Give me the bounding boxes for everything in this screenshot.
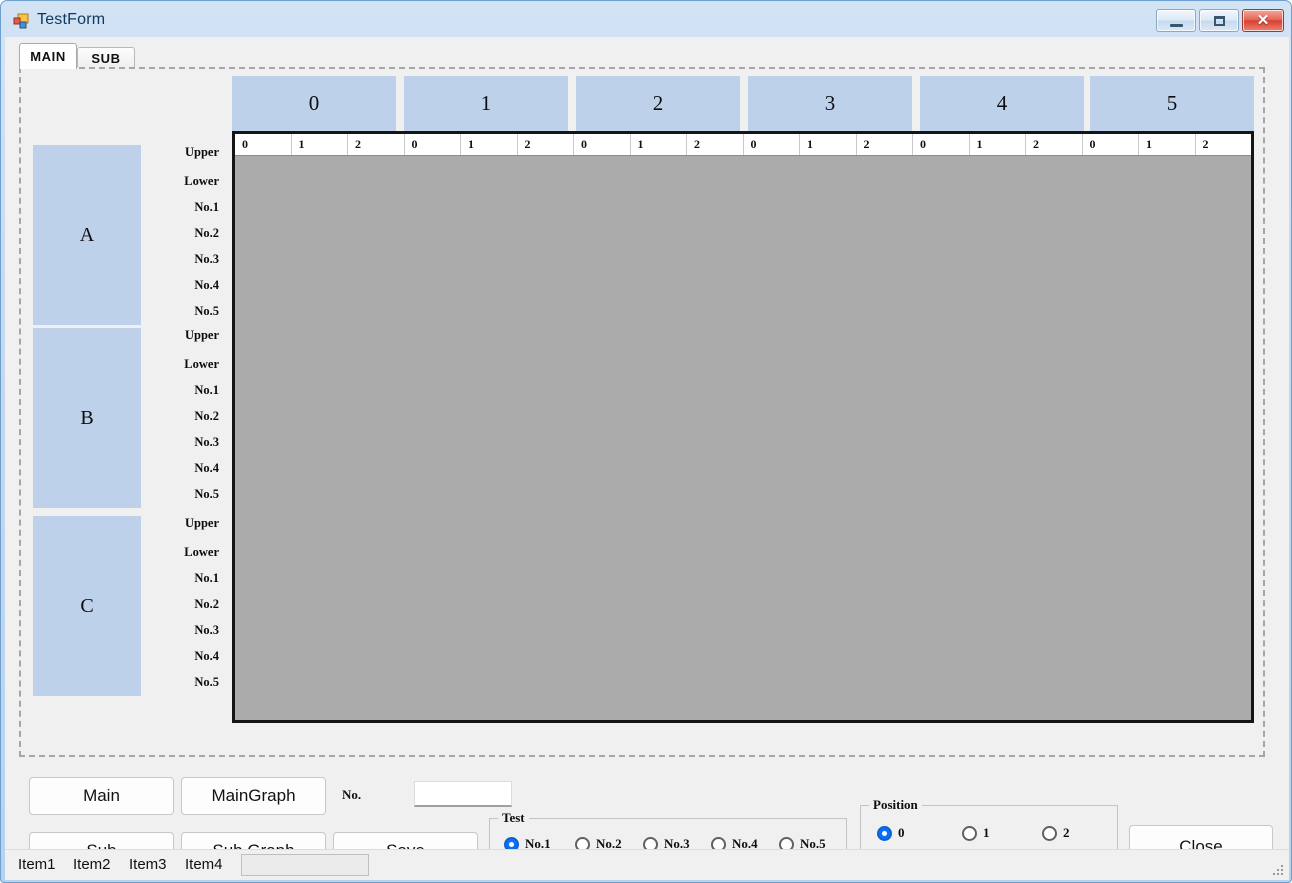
row-label-b-lower: Lower bbox=[184, 357, 219, 371]
row-label-c-no1: No.1 bbox=[194, 571, 219, 585]
row-group-b: B Upper Lower No.1 No.2 No.3 No.4 No.5 bbox=[33, 328, 223, 508]
no-label: No. bbox=[342, 787, 362, 802]
status-panel bbox=[241, 854, 369, 876]
column-header-4[interactable]: 4 bbox=[920, 76, 1084, 131]
column-header-row: 0 1 2 3 4 5 bbox=[232, 76, 1254, 131]
row-label-c-no3: No.3 bbox=[194, 623, 219, 637]
row-group-a-box[interactable]: A bbox=[33, 145, 141, 325]
subcolumn-2-1[interactable]: 1 bbox=[630, 134, 687, 155]
minimize-icon bbox=[1170, 24, 1183, 27]
column-header-1[interactable]: 1 bbox=[404, 76, 568, 131]
subcolumn-3-0[interactable]: 0 bbox=[743, 134, 800, 155]
radio-position-1[interactable]: 1 bbox=[962, 824, 990, 842]
maximize-icon bbox=[1214, 16, 1225, 26]
row-label-b-no3: No.3 bbox=[194, 435, 219, 449]
row-label-a-upper: Upper bbox=[184, 145, 219, 159]
main-content-panel: 0 1 2 3 4 5 0 1 2 0 1 2 0 1 2 0 1 2 0 1 … bbox=[19, 67, 1265, 757]
row-label-b-no2: No.2 bbox=[194, 409, 219, 423]
client-area: MAIN SUB 0 1 2 3 4 5 0 1 2 0 1 2 0 1 2 0… bbox=[5, 37, 1289, 880]
subcolumn-3-2[interactable]: 2 bbox=[856, 134, 913, 155]
status-item-3[interactable]: Item3 bbox=[129, 856, 167, 873]
row-group-a-labels: Upper Lower No.1 No.2 No.3 No.4 No.5 bbox=[141, 145, 223, 325]
row-group-c-box[interactable]: C bbox=[33, 516, 141, 696]
close-window-button[interactable]: ✕ bbox=[1242, 9, 1284, 32]
subcolumn-2-0[interactable]: 0 bbox=[574, 134, 631, 155]
row-label-a-no1: No.1 bbox=[194, 200, 219, 214]
status-item-4[interactable]: Item4 bbox=[185, 856, 223, 873]
radio-position-2[interactable]: 2 bbox=[1042, 824, 1070, 842]
column-header-2[interactable]: 2 bbox=[576, 76, 740, 131]
subcolumn-4-0[interactable]: 0 bbox=[913, 134, 970, 155]
subcolumn-1-1[interactable]: 1 bbox=[461, 134, 518, 155]
radio-position-0-label: 0 bbox=[898, 825, 905, 840]
radio-position-1-label: 1 bbox=[983, 825, 990, 840]
tab-strip: MAIN SUB bbox=[19, 43, 1275, 69]
radio-dot-icon bbox=[1042, 825, 1057, 841]
row-label-b-no1: No.1 bbox=[194, 383, 219, 397]
row-label-a-lower: Lower bbox=[184, 174, 219, 188]
subcolumn-1-2[interactable]: 2 bbox=[517, 134, 574, 155]
column-header-5[interactable]: 5 bbox=[1090, 76, 1254, 131]
row-label-b-upper: Upper bbox=[184, 328, 219, 342]
status-item-2[interactable]: Item2 bbox=[73, 856, 111, 873]
radio-dot-icon bbox=[877, 825, 892, 841]
subcolumn-0-2[interactable]: 2 bbox=[348, 134, 405, 155]
column-header-0[interactable]: 0 bbox=[232, 76, 396, 131]
main-button[interactable]: Main bbox=[29, 777, 174, 815]
row-group-a: A Upper Lower No.1 No.2 No.3 No.4 No.5 bbox=[33, 145, 223, 325]
data-grid[interactable]: 0 1 2 0 1 2 0 1 2 0 1 2 0 1 2 0 1 2 bbox=[232, 131, 1254, 723]
status-item-1[interactable]: Item1 bbox=[18, 856, 56, 873]
subcolumn-2-2[interactable]: 2 bbox=[687, 134, 744, 155]
subcolumn-0-1[interactable]: 1 bbox=[291, 134, 348, 155]
subcolumn-4-2[interactable]: 2 bbox=[1026, 134, 1083, 155]
application-window: TestForm ✕ MAIN SUB 0 1 2 3 4 5 0 1 2 0 … bbox=[0, 0, 1292, 883]
row-group-c-labels: Upper Lower No.1 No.2 No.3 No.4 No.5 bbox=[141, 516, 223, 696]
winforms-app-icon bbox=[13, 13, 30, 30]
radio-position-2-label: 2 bbox=[1063, 825, 1070, 840]
position-group-title: Position bbox=[869, 797, 922, 813]
row-label-b-no5: No.5 bbox=[194, 487, 219, 501]
radio-position-0[interactable]: 0 bbox=[877, 824, 905, 842]
row-group-b-box[interactable]: B bbox=[33, 328, 141, 508]
main-graph-button[interactable]: MainGraph bbox=[181, 777, 326, 815]
resize-grip[interactable] bbox=[1271, 863, 1285, 877]
row-label-b-no4: No.4 bbox=[194, 461, 219, 475]
window-title: TestForm bbox=[37, 11, 106, 28]
row-label-a-no2: No.2 bbox=[194, 226, 219, 240]
row-group-c: C Upper Lower No.1 No.2 No.3 No.4 No.5 bbox=[33, 516, 223, 696]
row-label-c-lower: Lower bbox=[184, 545, 219, 559]
row-label-a-no3: No.3 bbox=[194, 252, 219, 266]
subcolumn-5-2[interactable]: 2 bbox=[1195, 134, 1251, 155]
row-group-b-labels: Upper Lower No.1 No.2 No.3 No.4 No.5 bbox=[141, 328, 223, 508]
subcolumn-5-1[interactable]: 1 bbox=[1139, 134, 1196, 155]
row-label-c-upper: Upper bbox=[184, 516, 219, 530]
subcolumn-5-0[interactable]: 0 bbox=[1082, 134, 1139, 155]
tab-sub[interactable]: SUB bbox=[77, 47, 135, 69]
test-group-title: Test bbox=[498, 810, 529, 826]
column-header-3[interactable]: 3 bbox=[748, 76, 912, 131]
close-icon: ✕ bbox=[1256, 12, 1270, 29]
subcolumn-4-1[interactable]: 1 bbox=[969, 134, 1026, 155]
subcolumn-3-1[interactable]: 1 bbox=[800, 134, 857, 155]
row-label-a-no4: No.4 bbox=[194, 278, 219, 292]
minimize-button[interactable] bbox=[1156, 9, 1196, 32]
grid-subcolumn-header: 0 1 2 0 1 2 0 1 2 0 1 2 0 1 2 0 1 2 bbox=[235, 134, 1251, 156]
row-label-c-no4: No.4 bbox=[194, 649, 219, 663]
row-label-c-no2: No.2 bbox=[194, 597, 219, 611]
maximize-button[interactable] bbox=[1199, 9, 1239, 32]
grid-body[interactable] bbox=[235, 156, 1251, 720]
subcolumn-0-0[interactable]: 0 bbox=[235, 134, 292, 155]
radio-dot-icon bbox=[962, 825, 977, 841]
status-bar: Item1 Item2 Item3 Item4 bbox=[5, 849, 1289, 880]
title-bar: TestForm ✕ bbox=[1, 1, 1291, 41]
no-input[interactable] bbox=[414, 781, 512, 807]
subcolumn-1-0[interactable]: 0 bbox=[404, 134, 461, 155]
row-label-a-no5: No.5 bbox=[194, 304, 219, 318]
tab-main[interactable]: MAIN bbox=[19, 43, 77, 69]
row-label-c-no5: No.5 bbox=[194, 675, 219, 689]
